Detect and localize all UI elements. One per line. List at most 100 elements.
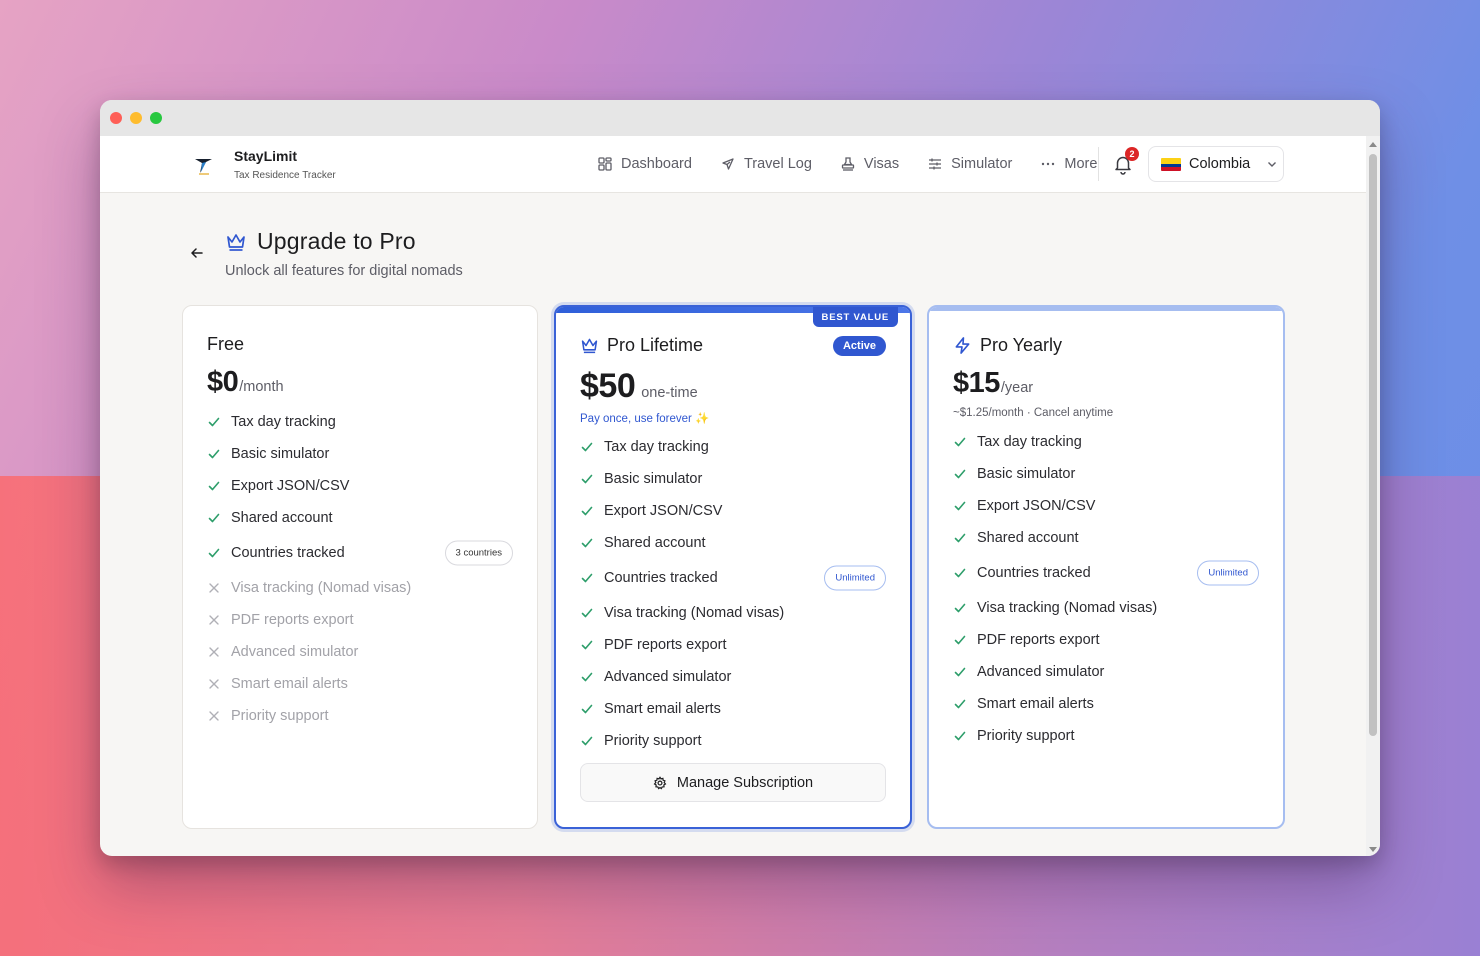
check-icon	[207, 415, 221, 429]
feature-item: Tax day tracking	[207, 406, 513, 438]
check-icon	[953, 531, 967, 545]
price-unit: /year	[1000, 380, 1034, 396]
colombia-flag-icon	[1161, 157, 1181, 171]
check-icon	[207, 447, 221, 461]
close-window-button[interactable]	[110, 112, 122, 124]
nav-label-travel-log: Travel Log	[743, 156, 812, 172]
check-icon	[207, 511, 221, 525]
feature-label: Priority support	[604, 733, 702, 749]
feature-list-yearly: Tax day tracking Basic simulator Export JS…	[953, 426, 1259, 752]
feature-label: Advanced simulator	[231, 644, 359, 660]
plan-card-free: Free $0 /month Tax day tracking Basic sim…	[182, 305, 538, 829]
back-arrow-icon[interactable]	[190, 246, 204, 260]
feature-label: Countries tracked	[604, 570, 718, 586]
feature-item: Export JSON/CSV	[207, 470, 513, 502]
nav-label-dashboard: Dashboard	[621, 156, 692, 172]
card-accent-stripe	[929, 307, 1283, 311]
x-icon	[207, 613, 221, 627]
check-icon	[953, 467, 967, 481]
plan-card-pro-yearly: Pro Yearly $15 /year ~$1.25/month · Canc…	[927, 305, 1285, 829]
more-icon	[1042, 162, 1055, 166]
minimize-window-button[interactable]	[130, 112, 142, 124]
countries-limit-badge: Unlimited	[824, 565, 886, 591]
nav-item-simulator[interactable]: Simulator	[927, 156, 1012, 172]
price-unit: /month	[239, 379, 284, 395]
price-unit: one-time	[641, 385, 698, 401]
scroll-thumb[interactable]	[1369, 154, 1377, 736]
feature-item: PDF reports export	[580, 629, 886, 661]
feature-item: Priority support	[207, 700, 513, 732]
feature-item: Smart email alerts	[580, 693, 886, 725]
app-window: StayLimit Tax Residence Tracker Dashboar…	[100, 100, 1380, 856]
page-title: Upgrade to Pro	[257, 228, 416, 254]
feature-item: Advanced simulator	[207, 636, 513, 668]
feature-label: Tax day tracking	[604, 439, 709, 455]
price-note-lifetime: Pay once, use forever ✨	[580, 413, 710, 425]
manage-subscription-button[interactable]: Manage Subscription	[580, 763, 886, 802]
nav-item-dashboard[interactable]: Dashboard	[597, 156, 692, 172]
feature-item: Countries tracked Unlimited	[580, 559, 886, 597]
x-icon	[207, 677, 221, 691]
feature-item: Export JSON/CSV	[580, 495, 886, 527]
feature-item: Visa tracking (Nomad visas)	[953, 592, 1259, 624]
window-titlebar	[100, 100, 1380, 136]
feature-label: Visa tracking (Nomad visas)	[231, 580, 412, 596]
check-icon	[953, 665, 967, 679]
check-icon	[953, 729, 967, 743]
page-title-row: Upgrade to Pro	[225, 228, 416, 255]
price-note-yearly: ~$1.25/month · Cancel anytime	[953, 407, 1114, 419]
plan-card-pro-lifetime: BEST VALUE Pro Lifetime Active $50 one-t…	[554, 305, 912, 829]
nav-label-simulator: Simulator	[951, 156, 1013, 172]
plan-price-free: $0 /month	[207, 366, 284, 399]
country-selector[interactable]: Colombia	[1148, 146, 1284, 182]
feature-label: Visa tracking (Nomad visas)	[977, 600, 1158, 616]
country-label: Colombia	[1189, 156, 1251, 172]
check-icon	[580, 734, 594, 748]
page-subtitle: Unlock all features for digital nomads	[225, 263, 463, 279]
check-icon	[953, 633, 967, 647]
nav-label-visas: Visas	[863, 156, 900, 172]
feature-list-free: Tax day tracking Basic simulator Export JS…	[207, 406, 513, 732]
app-logo-icon	[192, 152, 216, 176]
check-icon	[580, 670, 594, 684]
feature-label: Priority support	[231, 708, 329, 724]
active-status-badge: Active	[832, 336, 886, 356]
crown-icon	[227, 233, 245, 251]
price-amount: $50	[580, 367, 636, 405]
crown-icon	[581, 338, 598, 354]
price-amount: $15	[953, 367, 1000, 399]
plan-price-lifetime: $50 one-time	[580, 367, 698, 406]
feature-item: Advanced simulator	[953, 656, 1259, 688]
feature-label: Countries tracked	[231, 545, 345, 561]
feature-label: PDF reports export	[231, 612, 354, 628]
page-scrollbar[interactable]	[1366, 136, 1380, 856]
countries-limit-badge: 3 countries	[444, 540, 513, 566]
chevron-down-icon	[1268, 162, 1277, 167]
feature-label: Shared account	[231, 510, 333, 526]
nav-item-visas[interactable]: Visas	[840, 156, 899, 172]
app-subtitle: Tax Residence Tracker	[234, 170, 336, 181]
brand[interactable]: StayLimit Tax Residence Tracker	[190, 148, 336, 181]
nav-item-more[interactable]: More	[1040, 156, 1097, 172]
maximize-window-button[interactable]	[150, 112, 162, 124]
sliders-icon	[929, 158, 942, 170]
feature-label: Advanced simulator	[977, 664, 1105, 680]
check-icon	[953, 435, 967, 449]
main-nav: Dashboard Travel Log Visas Simulator Mor…	[597, 136, 1097, 192]
feature-label: Tax day tracking	[977, 434, 1082, 450]
feature-item: Visa tracking (Nomad visas)	[207, 572, 513, 604]
scroll-down-arrow-icon[interactable]	[1369, 847, 1377, 852]
feature-label: Shared account	[604, 535, 706, 551]
scroll-up-arrow-icon[interactable]	[1369, 142, 1377, 147]
nav-item-travel-log[interactable]: Travel Log	[720, 156, 812, 172]
feature-label: Advanced simulator	[604, 669, 732, 685]
feature-item: Priority support	[953, 720, 1259, 752]
feature-item: Advanced simulator	[580, 661, 886, 693]
feature-item: Basic simulator	[580, 463, 886, 495]
plan-name-yearly: Pro Yearly	[953, 335, 1062, 356]
feature-item: Visa tracking (Nomad visas)	[580, 597, 886, 629]
feature-label: Countries tracked	[977, 565, 1091, 581]
plan-name-free-label: Free	[207, 334, 245, 354]
feature-label: PDF reports export	[604, 637, 727, 653]
feature-label: PDF reports export	[977, 632, 1100, 648]
